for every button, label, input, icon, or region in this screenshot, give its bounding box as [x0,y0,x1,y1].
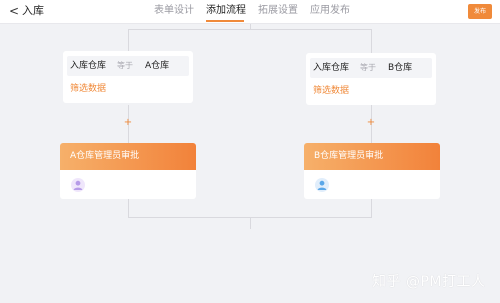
condition-row: 入库仓库 等于 A仓库 [67,56,189,76]
filter-data-link[interactable]: 筛选数据 [313,85,349,97]
condition-card-b[interactable]: 入库仓库 等于 B仓库 筛选数据 [306,53,436,105]
approval-node-b[interactable]: B仓库管理员审批 [304,143,440,199]
flow-connector [371,29,372,53]
active-tab-indicator [206,20,244,22]
watermark: 知乎 @PM打工人 [372,274,486,290]
condition-value: A仓库 [145,61,170,71]
condition-field: 入库仓库 [313,63,350,73]
tab-app-publish[interactable]: 应用发布 [310,4,350,18]
flow-connector [128,29,129,51]
add-node-icon[interactable]: + [123,118,133,128]
flow-connector [250,217,251,229]
publish-button[interactable]: 发布 [468,4,492,19]
flow-connector [371,199,372,217]
user-icon [71,178,85,192]
condition-value: B仓库 [388,63,413,73]
condition-operator: 等于 [117,61,133,70]
user-icon [315,178,329,192]
tab-form-design[interactable]: 表单设计 [154,4,194,18]
condition-card-a[interactable]: 入库仓库 等于 A仓库 筛选数据 [63,51,193,103]
condition-operator: 等于 [360,63,376,72]
flow-connector [128,29,372,30]
add-node-icon[interactable]: + [366,118,376,128]
approval-node-a[interactable]: A仓库管理员审批 [60,143,196,199]
approval-node-title: A仓库管理员审批 [60,143,196,170]
top-bar: < 入库 表单设计 添加流程 拓展设置 应用发布 发布 [0,0,500,24]
back-arrow-icon[interactable]: < [9,4,19,18]
tab-extension-settings[interactable]: 拓展设置 [258,4,298,18]
page-title: 入库 [22,4,44,17]
flow-connector [128,199,129,217]
approval-node-title: B仓库管理员审批 [304,143,440,170]
tab-add-flow[interactable]: 添加流程 [206,4,246,18]
condition-field: 入库仓库 [70,61,107,71]
filter-data-link[interactable]: 筛选数据 [70,83,106,95]
condition-row: 入库仓库 等于 B仓库 [310,58,432,78]
